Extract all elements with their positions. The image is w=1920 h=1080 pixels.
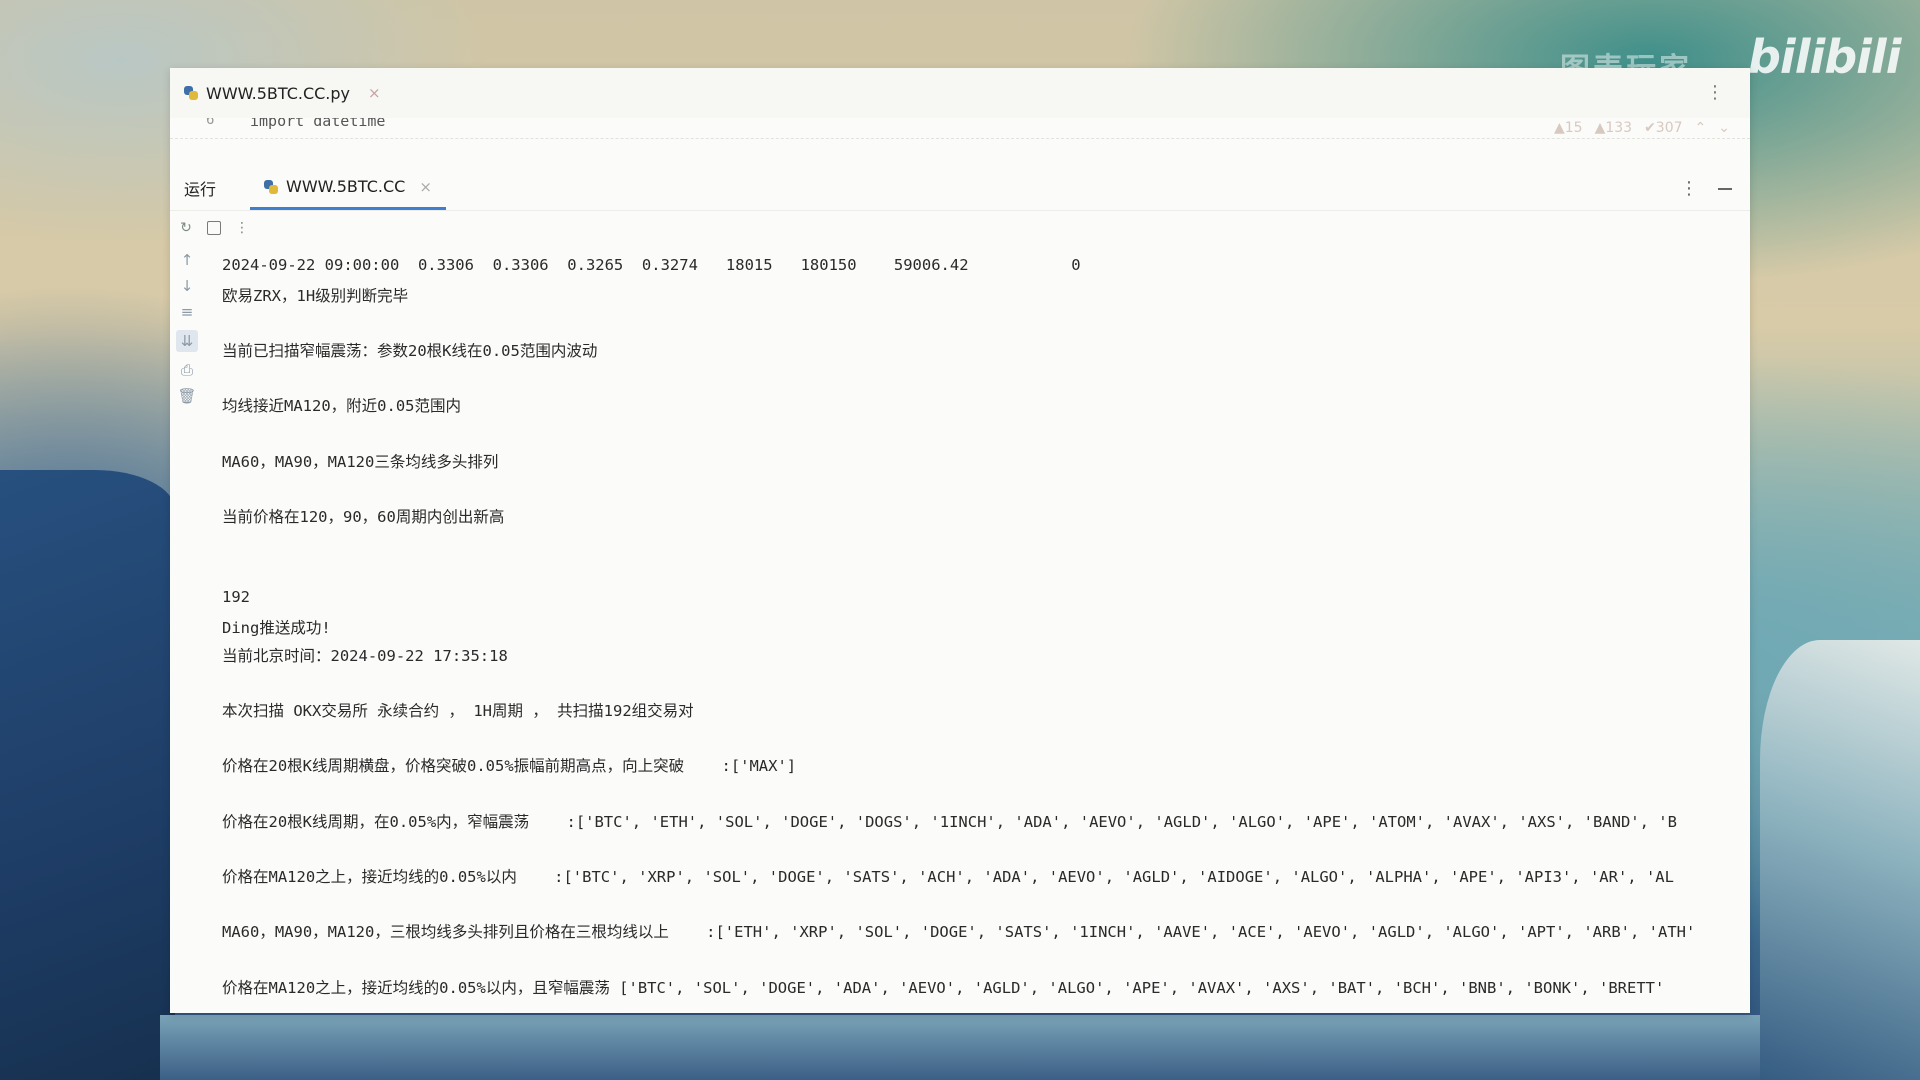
typo-count: ✔307 — [1644, 120, 1683, 136]
wallpaper-rock-right — [1760, 640, 1920, 1080]
chevron-up-icon[interactable]: ⌃ — [1695, 120, 1707, 136]
editor-tab-file[interactable]: WWW.5BTC.CC.py × — [184, 80, 381, 106]
console-line: 本次扫描 OKX交易所 永续合约 ， 1H周期 ， 共扫描192组交易对 — [222, 702, 694, 720]
more-options-icon[interactable]: ⋮ — [1706, 84, 1724, 102]
warning-count: ▲15 — [1553, 120, 1583, 136]
run-tab-label: WWW.5BTC.CC — [286, 177, 406, 196]
wallpaper-rock-left — [0, 470, 175, 1080]
scroll-to-end-icon[interactable]: ⇊ — [176, 330, 198, 352]
console-line: 价格在MA120之上，接近均线的0.05%以内 :['BTC', 'XRP', … — [222, 868, 1674, 886]
stop-icon[interactable] — [206, 220, 222, 236]
python-file-icon — [184, 86, 198, 100]
console-line: 当前已扫描窄幅震荡：参数20根K线在0.05范围内波动 — [222, 342, 598, 360]
run-actions: ⋮ — [1680, 178, 1732, 199]
console-line: Ding推送成功! — [222, 619, 331, 637]
close-icon[interactable]: × — [368, 84, 381, 102]
console-line: 价格在MA120之上，接近均线的0.05%以内，且窄幅震荡 ['BTC', 'S… — [222, 979, 1665, 997]
wallpaper-sea — [160, 1015, 1760, 1080]
console-line: 价格在20根K线周期横盘，价格突破0.05%振幅前期高点，向上突破 :['MAX… — [222, 757, 797, 775]
console-line: 192 — [222, 588, 250, 606]
inspection-widget[interactable]: ▲15 ▲133 ✔307 ⌃ ⌄ — [1554, 120, 1730, 136]
print-icon[interactable]: ⎙ — [179, 361, 195, 379]
console-line: 欧易ZRX，1H级别判断完毕 — [222, 287, 409, 305]
editor-tab-bar: WWW.5BTC.CC.py × ⋮ — [170, 68, 1750, 118]
run-tab[interactable]: WWW.5BTC.CC × — [250, 166, 446, 210]
run-toolbar: ↻ ⋮ — [170, 210, 1750, 246]
trash-icon[interactable]: 🗑 — [177, 387, 196, 405]
run-tool-window-header: 运行 WWW.5BTC.CC × ⋮ — [170, 166, 1750, 211]
more-options-icon[interactable]: ⋮ — [234, 220, 250, 236]
chevron-down-icon[interactable]: ⌄ — [1718, 120, 1730, 136]
console-side-toolbar: ↑ ↓ ≡ ⇊ ⎙ 🗑 — [170, 246, 204, 552]
minimize-icon[interactable] — [1718, 187, 1732, 190]
soft-wrap-icon[interactable]: ≡ — [179, 303, 195, 321]
python-run-icon — [264, 179, 278, 194]
run-title: 运行 — [184, 180, 217, 199]
line-number: 6 — [206, 118, 215, 128]
editor-peek: 6 import datetime — [170, 118, 1750, 139]
arrow-down-icon[interactable]: ↓ — [179, 277, 195, 295]
console-line: 当前价格在120，90，60周期内创出新高 — [222, 508, 505, 526]
weak-warning-count: ▲133 — [1594, 120, 1633, 136]
console-line: 当前北京时间：2024-09-22 17:35:18 — [222, 647, 508, 665]
more-options-icon[interactable]: ⋮ — [1680, 178, 1698, 199]
ide-window: WWW.5BTC.CC.py × ⋮ 6 import datetime ▲15… — [170, 68, 1750, 1013]
rerun-icon[interactable]: ↻ — [178, 220, 194, 236]
console-line: 2024-09-22 09:00:00 0.3306 0.3306 0.3265… — [222, 256, 1081, 274]
bilibili-logo: bilibili — [1748, 30, 1901, 84]
console-output[interactable]: 2024-09-22 09:00:00 0.3306 0.3306 0.3265… — [222, 246, 1742, 1006]
console-line: MA60，MA90，MA120，三根均线多头排列且价格在三根均线以上 :['ET… — [222, 923, 1696, 941]
editor-tab-label: WWW.5BTC.CC.py — [206, 83, 351, 103]
code-line: import datetime — [250, 118, 386, 130]
console-line: 价格在20根K线周期，在0.05%内，窄幅震荡 :['BTC', 'ETH', … — [222, 813, 1677, 831]
arrow-up-icon[interactable]: ↑ — [179, 251, 195, 269]
console-line: 均线接近MA120，附近0.05范围内 — [222, 397, 461, 415]
close-icon[interactable]: × — [419, 178, 432, 196]
console-line: MA60，MA90，MA120三条均线多头排列 — [222, 453, 499, 471]
